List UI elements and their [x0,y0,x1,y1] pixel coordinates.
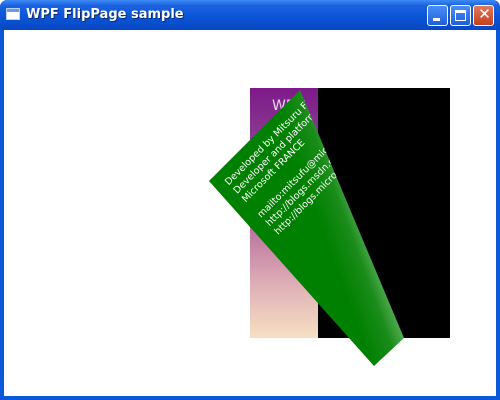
client-area: WP Developed by Mitsuru FURUTA Developer… [4,30,496,396]
flipping-page-clip: Developed by Mitsuru FURUTA Developer an… [209,90,404,366]
window-icon[interactable] [6,8,20,20]
close-button[interactable]: ✕ [473,5,494,26]
minimize-icon [433,18,440,21]
app-window: WPF FlipPage sample ✕ WP Developed by Mi… [0,0,500,400]
title-bar[interactable]: WPF FlipPage sample ✕ [0,0,500,30]
maximize-button[interactable] [450,5,471,26]
close-icon: ✕ [478,5,491,23]
minimize-button[interactable] [427,5,448,26]
flipping-page[interactable]: Developed by Mitsuru FURUTA Developer an… [4,30,496,396]
maximize-icon [455,10,466,21]
window-title: WPF FlipPage sample [26,7,184,22]
